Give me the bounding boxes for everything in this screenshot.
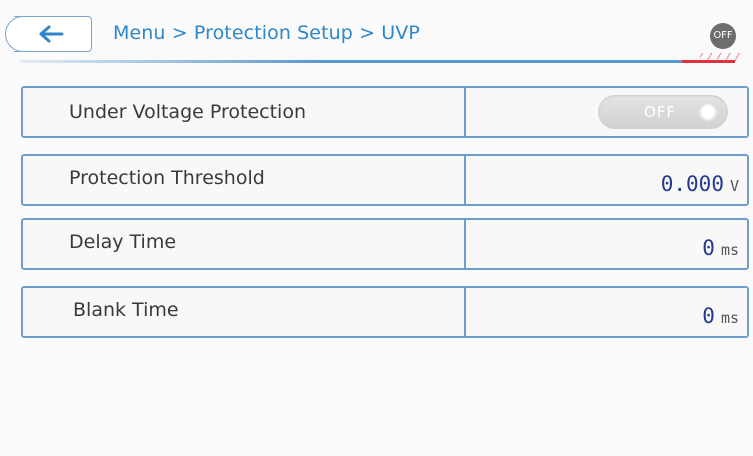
delay-time-row: Delay Time 0 ms xyxy=(21,218,749,270)
uvp-settings-screen: Menu > Protection Setup > UVP OFF Under … xyxy=(0,0,753,456)
protection-threshold-field[interactable]: 0.000 V xyxy=(661,172,739,196)
uvp-enable-label: Under Voltage Protection xyxy=(69,101,306,123)
delay-time-label: Delay Time xyxy=(69,231,177,253)
row-divider xyxy=(464,154,466,206)
toggle-knob xyxy=(698,102,718,122)
header-divider-stripes xyxy=(700,53,740,61)
blank-time-value: 0 xyxy=(702,304,715,328)
output-status-badge: OFF xyxy=(710,23,736,49)
arrow-left-icon xyxy=(39,25,64,43)
protection-threshold-value: 0.000 xyxy=(660,172,724,196)
blank-time-field[interactable]: 0 ms xyxy=(702,304,739,328)
toggle-state-label: OFF xyxy=(644,103,677,121)
protection-threshold-unit: V xyxy=(729,177,739,195)
header-divider xyxy=(20,60,682,63)
delay-time-value: 0 xyxy=(702,236,715,260)
uvp-enable-row: Under Voltage Protection OFF xyxy=(21,86,749,138)
uvp-toggle-switch[interactable]: OFF xyxy=(598,95,728,129)
back-button[interactable] xyxy=(5,16,92,52)
delay-time-field[interactable]: 0 ms xyxy=(702,236,739,260)
row-divider xyxy=(464,218,466,270)
header: Menu > Protection Setup > UVP OFF xyxy=(0,0,753,63)
row-divider xyxy=(464,286,466,338)
protection-threshold-row: Protection Threshold 0.000 V xyxy=(21,154,749,206)
blank-time-label: Blank Time xyxy=(73,299,179,321)
row-divider xyxy=(464,86,466,138)
breadcrumb: Menu > Protection Setup > UVP xyxy=(113,22,420,44)
blank-time-unit: ms xyxy=(720,309,739,327)
blank-time-row: Blank Time 0 ms xyxy=(21,286,749,338)
delay-time-unit: ms xyxy=(720,241,739,259)
protection-threshold-label: Protection Threshold xyxy=(69,167,265,189)
